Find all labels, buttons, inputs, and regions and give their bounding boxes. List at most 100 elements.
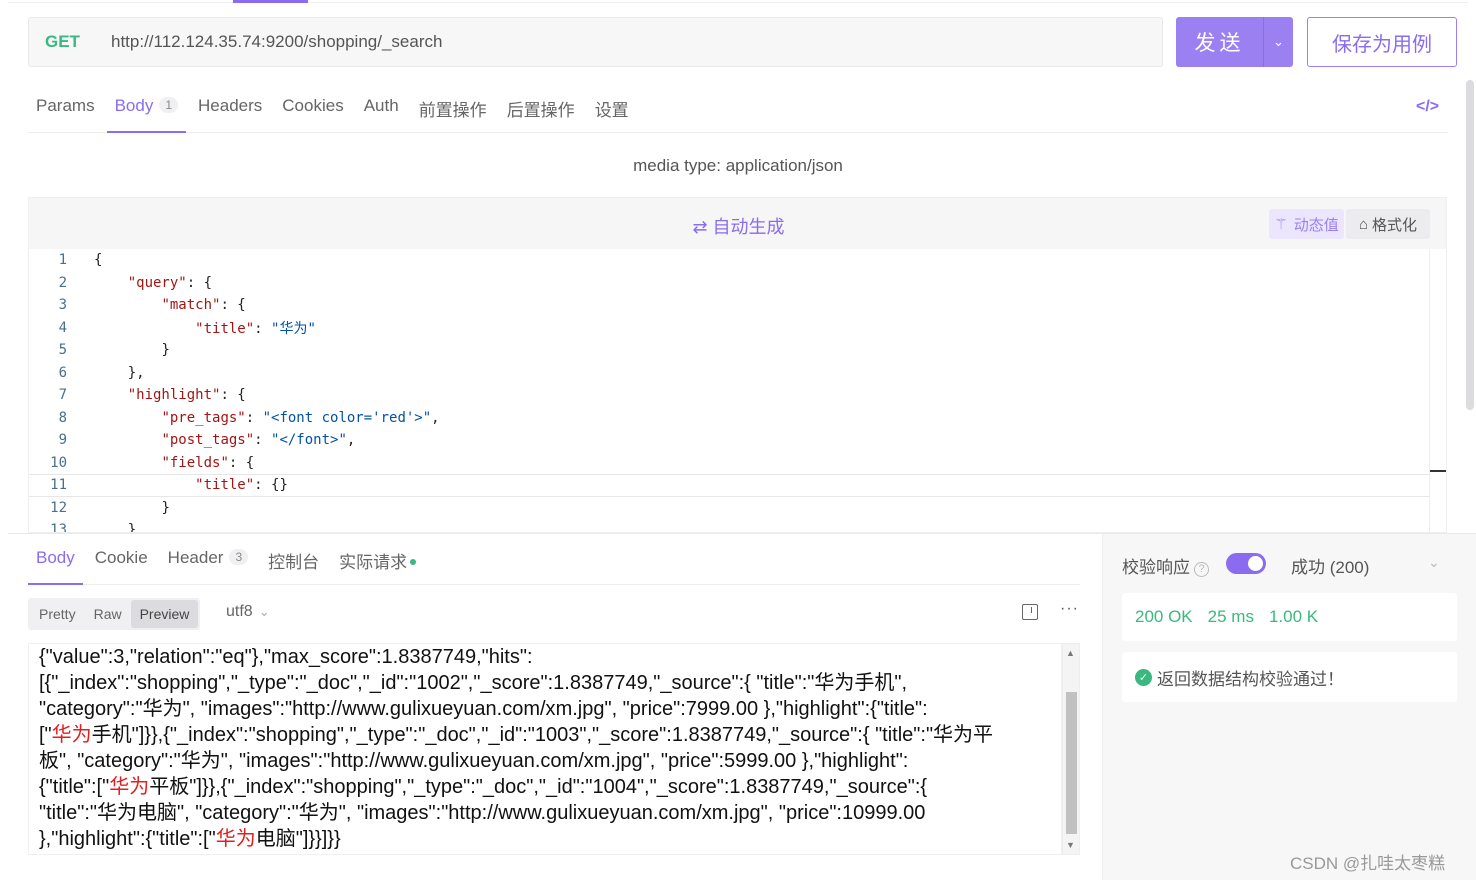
response-text: {"title":[" [39, 776, 110, 798]
code-token: "post_tags" [161, 432, 255, 449]
expected-status-select[interactable]: 成功 (200) [1291, 553, 1369, 578]
line-number: 13 [50, 522, 67, 533]
dynamic-value-button[interactable]: ⚚ 动态值 [1269, 209, 1344, 239]
tab-auth[interactable]: Auth [356, 86, 407, 133]
code-line: 10 "fields": { [29, 452, 1429, 475]
tab-前置操作[interactable]: 前置操作 [411, 86, 495, 133]
encoding-select[interactable]: utf8 ⌄ [226, 603, 270, 621]
auto-generate-button[interactable]: ⇄ 自动生成 [29, 213, 1448, 239]
tab-label: Body [114, 96, 154, 115]
status-dot-icon [410, 559, 417, 565]
tab-body[interactable]: Body 1 [106, 86, 187, 133]
response-tab[interactable]: Cookie [87, 540, 156, 585]
chevron-down-icon[interactable]: ⌄ [1263, 17, 1293, 67]
response-tab[interactable]: 控制台 [260, 540, 327, 585]
json-body-editor[interactable]: 1{2 "query": {3 "match": {4 "title": "华为… [28, 249, 1447, 533]
scroll-thumb[interactable] [1066, 692, 1077, 834]
response-tab[interactable]: 实际请求 [331, 540, 424, 585]
response-tabs: Body Cookie Header 3 控制台 实际请求 [28, 540, 1080, 585]
response-tab[interactable]: Body [28, 540, 83, 585]
view-mode-raw[interactable]: Raw [85, 600, 131, 628]
response-line: "category":"华为", "images":"http://www.gu… [39, 696, 1061, 722]
code-token: } [127, 522, 137, 533]
code-token: "match" [161, 297, 221, 314]
code-line: 11 "title": {} [29, 474, 1429, 497]
code-token: "pre_tags" [161, 409, 246, 426]
download-icon[interactable] [1022, 604, 1038, 620]
response-size: 1.00 K [1268, 607, 1319, 626]
code-line: 12 } [29, 497, 1429, 520]
line-number: 7 [58, 387, 67, 404]
code-line: 5 } [29, 339, 1429, 362]
code-token: "highlight" [127, 387, 221, 404]
code-line: 2 "query": { [29, 272, 1429, 295]
scroll-up-icon[interactable]: ▲ [1066, 648, 1075, 658]
response-scrollbar[interactable]: ▲ ▼ [1062, 643, 1080, 855]
tab-label: 后置操作 [506, 101, 575, 120]
media-type-label: media type: application/json [633, 156, 843, 175]
scroll-down-icon[interactable]: ▼ [1066, 840, 1075, 850]
save-as-case-button[interactable]: 保存为用例 [1307, 17, 1457, 67]
line-code: "title": {} [94, 477, 288, 493]
code-token: "title" [195, 477, 255, 494]
tab-后置操作[interactable]: 后置操作 [499, 86, 583, 133]
validate-toggle[interactable] [1226, 553, 1266, 574]
validation-panel: 校验响应? 成功 (200) ⌄ 200 OK 25 ms 1.00 K ✓ 返… [1103, 534, 1476, 880]
tab-headers[interactable]: Headers [190, 86, 270, 133]
chevron-down-icon[interactable]: ⌄ [1428, 554, 1440, 571]
code-token: : { [220, 297, 246, 314]
active-tab-indicator [233, 0, 308, 3]
highlight-text: 华为 [109, 776, 150, 798]
tab-label: 前置操作 [418, 101, 487, 120]
response-tab[interactable]: Header 3 [160, 540, 256, 585]
more-icon[interactable]: ··· [1060, 600, 1079, 618]
response-text: [" [39, 724, 52, 746]
response-text: [{"_index":"shopping","_type":"_doc","_i… [39, 672, 908, 694]
response-text: 板", "category":"华为", "images":"http://ww… [39, 750, 909, 772]
code-line: 8 "pre_tags": "<font color='red'>", [29, 407, 1429, 430]
code-token: "<font color='red'>" [262, 409, 432, 426]
response-text: },"highlight":{"title":[" [39, 828, 216, 850]
tab-label: Body [36, 548, 75, 567]
response-stats: 200 OK 25 ms 1.00 K [1122, 593, 1457, 641]
view-mode-preview[interactable]: Preview [130, 600, 199, 628]
line-number: 4 [58, 319, 67, 336]
response-text: 手机"]}},{"_index":"shopping","_type":"_do… [91, 724, 994, 746]
send-label[interactable]: 发送 [1176, 27, 1263, 57]
view-mode-pretty[interactable]: Pretty [30, 600, 85, 628]
send-button[interactable]: 发送 ⌄ [1176, 17, 1293, 67]
code-token: , [346, 432, 356, 449]
api-client-window: GET http://112.124.35.74:9200/shopping/_… [0, 0, 1476, 880]
help-icon[interactable]: ? [1194, 562, 1209, 577]
code-line: 9 "post_tags": "</font>", [29, 429, 1429, 452]
tab-label: Headers [198, 96, 263, 115]
tab-params[interactable]: Params [28, 86, 103, 133]
code-token: : { [220, 387, 246, 404]
url-input[interactable]: http://112.124.35.74:9200/shopping/_sear… [99, 32, 442, 52]
highlight-text: 华为 [51, 724, 92, 746]
response-line: 板", "category":"华为", "images":"http://ww… [39, 748, 1061, 774]
line-number: 12 [50, 499, 67, 516]
code-line: 1{ [29, 249, 1429, 272]
response-line: ["华为手机"]}},{"_index":"shopping","_type":… [39, 722, 1061, 748]
tab-badge: 1 [159, 97, 179, 113]
code-token: "华为" [271, 320, 316, 337]
tab-cookies[interactable]: Cookies [274, 86, 351, 133]
code-token: : { [228, 454, 255, 471]
format-icon: ⌂ [1358, 215, 1369, 233]
tab-label: 控制台 [268, 553, 320, 572]
response-text: "title":"华为电脑", "category":"华为", "images… [39, 802, 926, 824]
code-token: : [245, 409, 263, 426]
page-scrollbar[interactable] [1466, 80, 1474, 410]
http-method[interactable]: GET [29, 32, 99, 52]
highlight-text: 华为 [215, 828, 256, 850]
line-code: } [94, 342, 169, 358]
url-bar[interactable]: GET http://112.124.35.74:9200/shopping/_… [28, 17, 1163, 67]
code-token: { [94, 252, 103, 269]
format-button[interactable]: ⌂ 格式化 [1346, 209, 1430, 239]
tab-设置[interactable]: 设置 [587, 86, 637, 133]
line-number: 11 [50, 477, 67, 494]
editor-scrollbar[interactable] [1429, 249, 1446, 532]
line-code: "post_tags": "</font>", [94, 432, 355, 448]
code-icon[interactable]: </> [1416, 98, 1439, 116]
